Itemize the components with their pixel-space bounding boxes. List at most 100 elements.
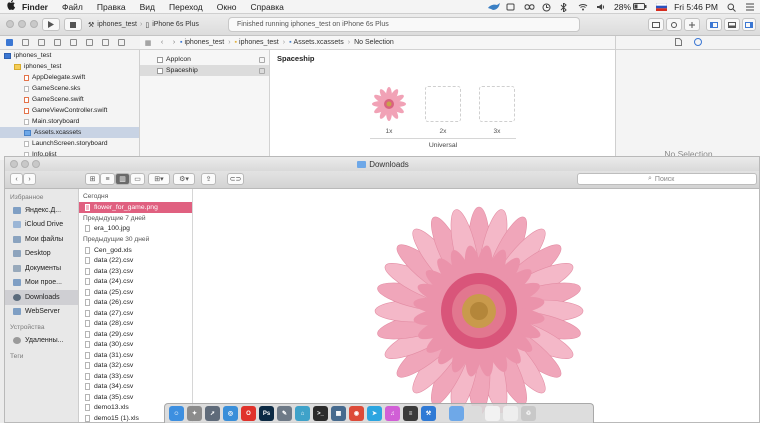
symbol-navigator-icon[interactable] <box>22 39 29 46</box>
test-navigator-icon[interactable] <box>70 39 77 46</box>
document-icon[interactable] <box>485 406 500 421</box>
opera-icon[interactable]: O <box>241 406 256 421</box>
file-list-item[interactable]: data (24).csv <box>79 277 192 288</box>
xcode-icon[interactable]: ⚒ <box>421 406 436 421</box>
file-list-item[interactable]: data (30).csv <box>79 340 192 351</box>
document-icon[interactable] <box>503 406 518 421</box>
sidebar-item[interactable]: Удаленны... <box>5 333 78 348</box>
navigator-item[interactable]: Assets.xcassets <box>0 127 139 138</box>
jump-project[interactable]: iphones_test <box>184 39 224 46</box>
volume-icon[interactable] <box>596 3 605 11</box>
jump-assets[interactable]: Assets.xcassets <box>294 39 344 46</box>
sidebar-item[interactable]: iCloud Drive <box>5 218 78 233</box>
rocket-icon[interactable]: ➚ <box>205 406 220 421</box>
finder-icon[interactable]: ☺ <box>169 406 184 421</box>
share-button[interactable]: ⇪ <box>201 173 216 185</box>
image-slot-2x[interactable] <box>425 86 461 122</box>
chrome-icon[interactable]: ◉ <box>349 406 364 421</box>
file-list-item[interactable]: data (23).csv <box>79 266 192 277</box>
action-button[interactable]: ⚙▾ <box>173 173 195 185</box>
close-window-button[interactable] <box>10 160 18 168</box>
sidebar-item[interactable]: Desktop <box>5 247 78 262</box>
forward-arrow-icon[interactable]: › <box>168 39 180 46</box>
debug-navigator-icon[interactable] <box>86 39 93 46</box>
file-list-item[interactable]: Cen_god.xls <box>79 245 192 256</box>
breakpoint-navigator-icon[interactable] <box>102 39 109 46</box>
navigator-item[interactable]: Main.storyboard <box>0 116 139 127</box>
back-button[interactable]: ‹ <box>10 173 23 185</box>
back-arrow-icon[interactable]: ‹ <box>156 39 168 46</box>
close-window-button[interactable] <box>6 20 14 28</box>
notification-center-icon[interactable] <box>745 3 754 11</box>
gallery-view-button[interactable]: ▭ <box>130 173 145 185</box>
file-list-item[interactable]: data (25).csv <box>79 287 192 298</box>
navigator-item[interactable]: GameViewController.swift <box>0 105 139 116</box>
sidebar-item[interactable]: WebServer <box>5 305 78 320</box>
sidebar-item[interactable]: Яндекс.Д... <box>5 203 78 218</box>
list-view-button[interactable]: ≡ <box>100 173 115 185</box>
scheme-selector[interactable]: ⚒ iphones_test › ▯ iPhone 6s Plus <box>88 18 199 31</box>
file-list-item[interactable]: data (31).csv <box>79 350 192 361</box>
spotlight-icon[interactable] <box>727 3 736 12</box>
jump-selection[interactable]: No Selection <box>354 39 394 46</box>
image-slot-1x[interactable] <box>371 86 407 122</box>
bluetooth-icon[interactable] <box>560 1 569 14</box>
menu-app-name[interactable]: Finder <box>22 2 48 12</box>
preview-icon[interactable] <box>467 406 482 421</box>
run-button[interactable] <box>42 18 60 31</box>
navigator-item[interactable]: iphones_test <box>0 50 139 61</box>
menu-file[interactable]: Файл <box>62 2 83 12</box>
forward-button[interactable]: › <box>23 173 36 185</box>
icon-view-button[interactable]: ⊞ <box>85 173 100 185</box>
file-list-item[interactable]: data (32).csv <box>79 361 192 372</box>
sidebar-item[interactable]: Downloads <box>5 290 78 305</box>
file-list-item[interactable]: data (33).csv <box>79 371 192 382</box>
toggle-debug-area-button[interactable] <box>724 18 740 31</box>
file-list-item[interactable]: flower_for_game.png <box>79 202 192 213</box>
file-list-item[interactable]: data (34).csv <box>79 382 192 393</box>
dolphin-icon[interactable] <box>488 3 501 11</box>
zoom-window-button[interactable] <box>30 20 38 28</box>
assistant-editor-button[interactable] <box>666 18 682 31</box>
sidebar-item[interactable]: Мои файлы <box>5 232 78 247</box>
flag-icon[interactable] <box>655 2 668 12</box>
project-navigator-icon[interactable] <box>6 39 13 46</box>
file-inspector-icon[interactable] <box>674 37 682 48</box>
tags-button[interactable]: ⊂⊃ <box>227 173 244 185</box>
file-list-item[interactable]: data (28).csv <box>79 319 192 330</box>
menu-help[interactable]: Справка <box>251 2 284 12</box>
navigator-item[interactable]: iphones_test <box>0 61 139 72</box>
version-editor-button[interactable] <box>684 18 700 31</box>
navigator-item[interactable]: GameScene.swift <box>0 94 139 105</box>
asset-set-item[interactable]: Spaceship <box>140 65 269 76</box>
battery-status[interactable]: 28% <box>614 2 647 12</box>
navigator-item[interactable]: GameScene.sks <box>0 83 139 94</box>
utilities-icon[interactable]: ⌂ <box>295 406 310 421</box>
menu-edit[interactable]: Правка <box>97 2 126 12</box>
file-list-item[interactable]: data (35).csv <box>79 392 192 403</box>
apple-menu-icon[interactable] <box>0 0 22 13</box>
minimize-window-button[interactable] <box>21 160 29 168</box>
find-navigator-icon[interactable] <box>38 39 45 46</box>
file-list-item[interactable]: data (27).csv <box>79 308 192 319</box>
zoom-window-button[interactable] <box>32 160 40 168</box>
issue-navigator-icon[interactable] <box>54 39 61 46</box>
navigator-item[interactable]: LaunchScreen.storyboard <box>0 138 139 149</box>
asset-set-item[interactable]: AppIcon <box>140 54 269 65</box>
trash-icon[interactable]: ♲ <box>521 406 536 421</box>
folder-icon[interactable] <box>449 406 464 421</box>
menubar-clock[interactable]: Fri 5:46 PM <box>674 2 718 12</box>
sidebar-item[interactable]: Мои прое... <box>5 276 78 291</box>
file-list-item[interactable]: data (26).csv <box>79 298 192 309</box>
file-list-item[interactable]: era_100.jpg <box>79 224 192 235</box>
launchpad-icon[interactable]: ✦ <box>187 406 202 421</box>
standard-editor-button[interactable] <box>648 18 664 31</box>
infinity-icon[interactable] <box>524 3 535 11</box>
itunes-icon[interactable]: ♫ <box>385 406 400 421</box>
group-by-button[interactable]: ⊞▾ <box>148 173 170 185</box>
column-view-button[interactable]: ▥ <box>115 173 130 185</box>
jump-folder[interactable]: iphones_test <box>239 39 279 46</box>
sidebar-item[interactable]: Документы <box>5 261 78 276</box>
image-slot-3x[interactable] <box>479 86 515 122</box>
quick-help-icon[interactable] <box>693 37 702 48</box>
